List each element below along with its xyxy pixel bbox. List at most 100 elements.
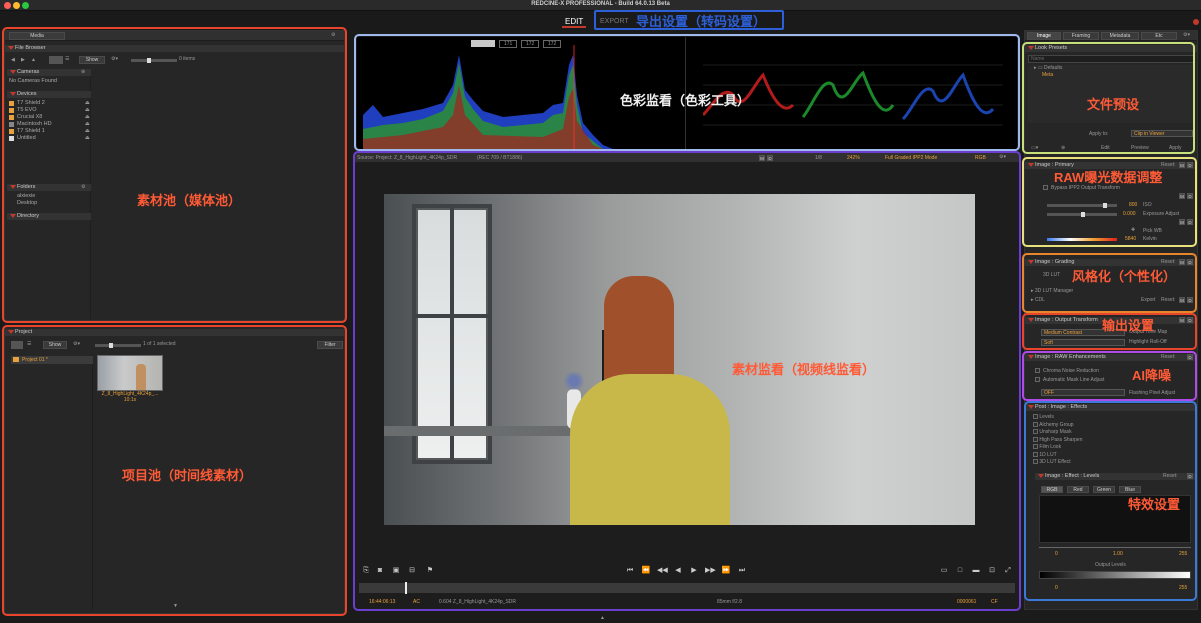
playhead[interactable] xyxy=(404,582,407,594)
device-item[interactable]: Untitled xyxy=(5,135,91,142)
step-forward-icon[interactable]: ▶▶ xyxy=(705,567,716,575)
aspect-icon[interactable]: ▬ xyxy=(971,567,981,575)
effect-item[interactable]: Unsharp Mask xyxy=(1033,429,1183,437)
input-levels-slider[interactable] xyxy=(1039,544,1191,548)
folder-item[interactable]: alxiexie xyxy=(5,193,91,200)
levels-d[interactable]: D xyxy=(1187,473,1193,479)
preset-apply-button[interactable]: Apply xyxy=(1169,145,1182,151)
cdl-row[interactable]: ▸ CDL xyxy=(1031,297,1045,303)
input-mid-value[interactable]: 1.00 xyxy=(1113,551,1123,557)
preset-preview-button[interactable]: Preview xyxy=(1131,145,1149,151)
ratio-dropdown[interactable]: 1/8 xyxy=(815,155,822,161)
levels-tab-blue[interactable]: Blue xyxy=(1119,486,1141,493)
device-item[interactable]: T7 Shield 1 xyxy=(5,128,91,135)
directory-header[interactable]: Directory xyxy=(7,213,91,220)
output-d[interactable]: D xyxy=(1187,317,1193,323)
bottom-scroll-icon[interactable]: ▲ xyxy=(600,615,605,621)
play-reverse-icon[interactable]: ◀ xyxy=(673,567,683,575)
wb-d[interactable]: D xyxy=(1187,219,1193,225)
zoom-dropdown[interactable]: 242% xyxy=(847,155,860,161)
go-end-icon[interactable]: ⏭ xyxy=(737,567,747,575)
effect-item[interactable]: 3D LUT Effect xyxy=(1033,459,1183,467)
device-item[interactable]: T5 EVO xyxy=(5,107,91,114)
timeline-scrubber[interactable] xyxy=(359,582,1015,594)
folders-header[interactable]: Folders xyxy=(7,184,91,191)
gear-icon[interactable]: ⚙ xyxy=(331,32,335,38)
grading-reset-label[interactable]: Reset: xyxy=(1161,259,1175,265)
levels-tab-red[interactable]: Red xyxy=(1067,486,1089,493)
preset-name-field[interactable]: Name xyxy=(1028,55,1194,63)
prev-mark-icon[interactable]: ⏪ xyxy=(641,567,651,575)
folders-gear-icon[interactable]: ⚙ xyxy=(81,184,85,190)
mode-edit-tab[interactable]: EDIT xyxy=(562,17,587,28)
show-dropdown[interactable]: Show xyxy=(79,56,105,64)
look-presets-header[interactable]: Look Presets xyxy=(1025,45,1197,52)
grading-m[interactable]: M xyxy=(1179,259,1185,265)
preset-item-defaults[interactable]: ▸ ▭ Defaults xyxy=(1028,65,1194,72)
go-start-icon[interactable]: ⏮ xyxy=(625,567,635,575)
wb-m[interactable]: M xyxy=(1179,219,1185,225)
back-icon[interactable]: ◀ xyxy=(11,57,15,63)
forward-icon[interactable]: ▶ xyxy=(21,57,25,63)
exposure-slider[interactable] xyxy=(1047,212,1117,217)
apply-to-dropdown[interactable]: Clip in Viewer xyxy=(1131,130,1193,137)
exposure-value[interactable]: 0.000 xyxy=(1123,211,1136,217)
cdl-reset-label[interactable]: Reset: xyxy=(1161,297,1175,303)
media-tab[interactable]: Media xyxy=(9,32,65,40)
primary-d[interactable]: D xyxy=(1187,162,1193,168)
levels-reset-label[interactable]: Reset: xyxy=(1163,473,1177,479)
up-icon[interactable]: ▲ xyxy=(31,57,36,63)
next-mark-icon[interactable]: ⏩ xyxy=(721,567,731,575)
chroma-nr-checkbox[interactable] xyxy=(1035,368,1040,373)
step-back-icon[interactable]: ◀◀ xyxy=(657,567,668,575)
effect-item[interactable]: Levels xyxy=(1033,414,1183,422)
list-view-icon[interactable]: ☰ xyxy=(27,341,31,347)
fullscreen-icon[interactable]: ⊡ xyxy=(987,567,997,575)
thumbnail-size-slider[interactable] xyxy=(131,58,177,63)
raw-reset-label[interactable]: Reset: xyxy=(1161,354,1175,360)
compare-icon[interactable]: ⊟ xyxy=(407,567,417,575)
tab-image[interactable]: Image xyxy=(1027,32,1061,40)
filter-dropdown[interactable]: Filter xyxy=(317,341,343,349)
mode-export-tab[interactable]: EXPORT xyxy=(600,18,629,25)
eject-icons[interactable]: ⏏ ⏏ ⏏ ⏏ ⏏ ⏏ xyxy=(85,100,90,142)
lut-manager-row[interactable]: ▸ 3D LUT Manager xyxy=(1031,288,1073,294)
primary-reset-label[interactable]: Reset: xyxy=(1161,162,1175,168)
grading-d[interactable]: D xyxy=(1187,259,1193,265)
effect-item[interactable]: Alchemy Group xyxy=(1033,422,1183,430)
preset-add-icon[interactable]: ⊕ xyxy=(1061,145,1065,151)
bypass-checkbox[interactable] xyxy=(1043,185,1048,190)
output-m[interactable]: M xyxy=(1179,317,1185,323)
cdl-d[interactable]: D xyxy=(1187,297,1193,303)
cameras-header[interactable]: Cameras xyxy=(7,69,91,76)
folder-item[interactable]: Desktop xyxy=(5,200,91,207)
flashing-pixel-dropdown[interactable]: OFF xyxy=(1041,389,1125,396)
add-camera-icon[interactable]: ⊕ xyxy=(81,69,85,75)
raw-d[interactable]: D xyxy=(1187,354,1193,360)
effect-item[interactable]: High Pass Sharpen xyxy=(1033,437,1183,445)
project-gear-icon[interactable]: ⚙▾ xyxy=(73,341,80,347)
eyedropper-icon[interactable]: ✚ xyxy=(1131,227,1135,233)
grid-view-icon[interactable] xyxy=(49,56,63,64)
flag-icon[interactable]: ⚑ xyxy=(425,567,435,575)
input-max-value[interactable]: 255 xyxy=(1179,551,1187,557)
ac-dropdown[interactable]: AC xyxy=(413,599,420,605)
iso-value[interactable]: 800 xyxy=(1129,202,1137,208)
thumbnail-size-slider[interactable] xyxy=(95,343,141,348)
export-still-icon[interactable]: ⎘ xyxy=(361,567,371,575)
iso-m[interactable]: M xyxy=(1179,193,1185,199)
kelvin-slider[interactable] xyxy=(1047,238,1117,241)
cdl-export-button[interactable]: Export xyxy=(1141,297,1155,303)
output-max-value[interactable]: 255 xyxy=(1179,585,1187,591)
device-item[interactable]: Crucial X8 xyxy=(5,114,91,121)
camera-icon[interactable]: ◙ xyxy=(375,567,385,575)
project-header[interactable]: Project xyxy=(5,329,344,336)
input-min-value[interactable]: 0 xyxy=(1055,551,1058,557)
project-tree-item[interactable]: Project 01 * xyxy=(11,356,93,364)
list-view-icon[interactable]: ☰ xyxy=(65,56,69,62)
snapshot-icon[interactable]: ▣ xyxy=(391,567,401,575)
rolloff-dropdown[interactable]: Soft xyxy=(1041,339,1125,346)
mask-line-checkbox[interactable] xyxy=(1035,377,1040,382)
right-gear-icon[interactable]: ⚙▾ xyxy=(1183,32,1190,38)
tab-etc[interactable]: Etc xyxy=(1141,32,1177,40)
